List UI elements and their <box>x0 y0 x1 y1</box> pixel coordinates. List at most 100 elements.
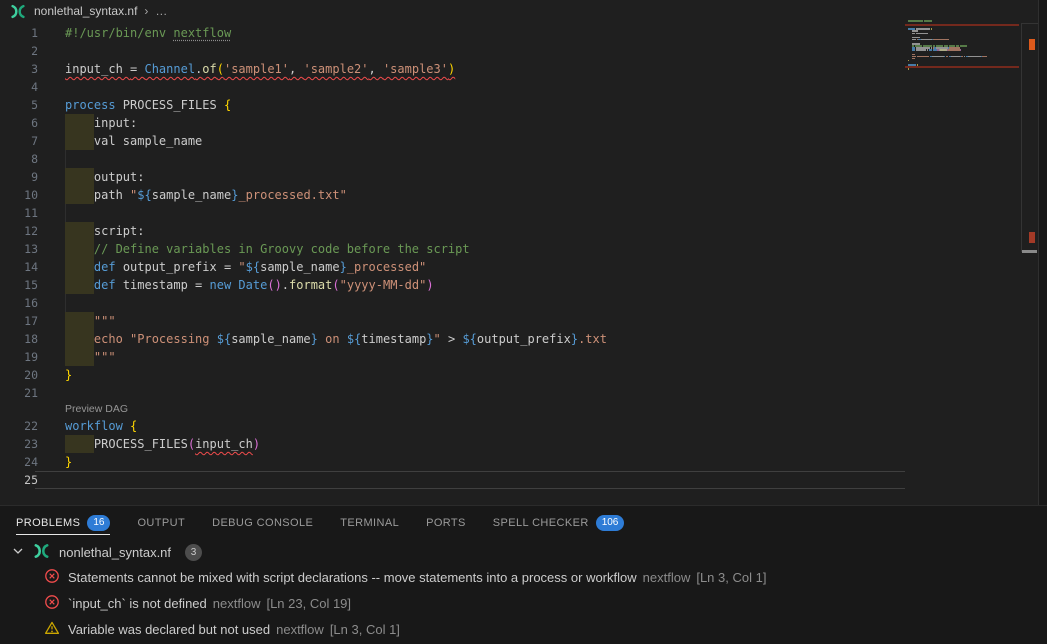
indent-highlight <box>65 132 94 150</box>
line-number[interactable]: 9 <box>0 168 38 186</box>
code-token: } <box>65 455 72 469</box>
indent-guide <box>65 150 66 168</box>
line-number[interactable]: 8 <box>0 150 38 168</box>
code-line[interactable]: 7 val sample_name <box>0 132 1038 150</box>
problem-item[interactable]: Variable was declared but not usednextfl… <box>0 616 1047 642</box>
code-text: // Define variables in Groovy code befor… <box>65 240 470 258</box>
code-line[interactable]: 20} <box>0 366 1038 384</box>
code-token: new <box>210 278 239 292</box>
problems-file-group[interactable]: nonlethal_syntax.nf 3 <box>0 540 1047 564</box>
code-token: ${ <box>462 332 476 346</box>
line-number[interactable]: 5 <box>0 96 38 114</box>
code-token: Date <box>238 278 267 292</box>
panel-tab-debug-console[interactable]: DEBUG CONSOLE <box>212 506 313 540</box>
code-token: ( <box>267 278 274 292</box>
code-line[interactable]: 13 // Define variables in Groovy code be… <box>0 240 1038 258</box>
line-number[interactable]: 4 <box>0 78 38 96</box>
panel-tab-ports[interactable]: PORTS <box>426 506 466 540</box>
code-line[interactable]: 12 script: <box>0 222 1038 240</box>
minimap-line <box>905 70 1019 72</box>
line-number[interactable]: 2 <box>0 42 38 60</box>
line-number[interactable]: 22 <box>0 417 38 435</box>
code-line[interactable]: 19 """ <box>0 348 1038 366</box>
panel-tab-terminal[interactable]: TERMINAL <box>340 506 399 540</box>
code-line[interactable]: 16 <box>0 294 1038 312</box>
tab-label: PORTS <box>426 517 466 529</box>
line-number[interactable]: 12 <box>0 222 38 240</box>
line-number[interactable]: 18 <box>0 330 38 348</box>
line-number[interactable]: 11 <box>0 204 38 222</box>
code-line[interactable]: 4 <box>0 78 1038 96</box>
line-number[interactable]: 10 <box>0 186 38 204</box>
code-text: #!/usr/bin/env nextflow <box>65 24 231 42</box>
indent-highlight <box>65 168 94 186</box>
line-number[interactable]: 16 <box>0 294 38 312</box>
code-line[interactable]: 3input_ch = Channel.of('sample1', 'sampl… <box>0 60 1038 78</box>
code-token: #!/usr/bin/env <box>65 26 173 40</box>
panel-tab-spell-checker[interactable]: SPELL CHECKER106 <box>493 506 625 540</box>
code-line[interactable]: 9 output: <box>0 168 1038 186</box>
line-number[interactable]: 19 <box>0 348 38 366</box>
line-number[interactable]: 21 <box>0 384 38 402</box>
code-token: timestamp <box>361 332 426 346</box>
code-line[interactable]: 5process PROCESS_FILES { <box>0 96 1038 114</box>
code-line[interactable]: 6 input: <box>0 114 1038 132</box>
indent-highlight <box>65 435 94 453</box>
breadcrumb-more[interactable]: … <box>155 4 167 18</box>
code-token: } <box>65 368 72 382</box>
code-token: def <box>94 260 123 274</box>
breadcrumb-filename[interactable]: nonlethal_syntax.nf <box>34 4 137 18</box>
line-number[interactable]: 14 <box>0 258 38 276</box>
code-line[interactable]: 15 def timestamp = new Date().format("yy… <box>0 276 1038 294</box>
code-line[interactable]: 21 <box>0 384 1038 402</box>
code-line[interactable]: 17 """ <box>0 312 1038 330</box>
problems-list: Statements cannot be mixed with script d… <box>0 564 1047 642</box>
line-number[interactable]: 6 <box>0 114 38 132</box>
codelens-preview-dag[interactable]: Preview DAG <box>65 402 1038 417</box>
panel-tab-problems[interactable]: PROBLEMS16 <box>16 506 110 540</box>
tab-badge: 106 <box>596 515 625 531</box>
line-number[interactable]: 25 <box>0 471 38 489</box>
line-number[interactable]: 20 <box>0 366 38 384</box>
line-number[interactable]: 3 <box>0 60 38 78</box>
code-token: ( <box>188 437 195 451</box>
code-token: output_prefix = <box>123 260 239 274</box>
problem-source: nextflow <box>276 622 324 637</box>
chevron-down-icon[interactable] <box>10 543 26 562</box>
panel-tab-output[interactable]: OUTPUT <box>137 506 185 540</box>
code-token: " <box>434 332 441 346</box>
code-token: } <box>311 332 318 346</box>
tab-label: TERMINAL <box>340 517 399 529</box>
code-editor[interactable]: 1 #!/usr/bin/env nextflow 23input_ch = Cha… <box>0 22 1038 489</box>
line-number[interactable]: 1 <box>0 24 38 42</box>
code-token: echo "Processing <box>94 332 217 346</box>
code-line[interactable]: 14 def output_prefix = "${sample_name}_p… <box>0 258 1038 276</box>
code-line[interactable]: 23 PROCESS_FILES(input_ch) <box>0 435 1038 453</box>
code-text: } <box>65 366 72 384</box>
bottom-panel: PROBLEMS16 OUTPUT DEBUG CONSOLE TERMINAL POR… <box>0 505 1047 644</box>
code-line[interactable]: 22workflow { <box>0 417 1038 435</box>
code-token: """ <box>94 350 116 364</box>
problem-item[interactable]: Statements cannot be mixed with script d… <box>0 564 1047 590</box>
minimap-right-border <box>1021 23 1022 252</box>
code-token: "yyyy-MM-dd" <box>340 278 427 292</box>
code-line[interactable]: 10 path "${sample_name}_processed.txt" <box>0 186 1038 204</box>
problem-source: nextflow <box>213 596 261 611</box>
tab-badge: 16 <box>87 515 110 531</box>
line-number[interactable]: 13 <box>0 240 38 258</box>
minimap[interactable] <box>905 20 1019 500</box>
line-number[interactable]: 7 <box>0 132 38 150</box>
line-number[interactable]: 23 <box>0 435 38 453</box>
problem-item[interactable]: `input_ch` is not definednextflow[Ln 23,… <box>0 590 1047 616</box>
code-line[interactable]: 18 echo "Processing ${sample_name} on ${… <box>0 330 1038 348</box>
code-line[interactable]: 24} <box>0 453 1038 471</box>
code-line[interactable]: 2 <box>0 42 1038 60</box>
breadcrumb: nonlethal_syntax.nf › … <box>0 0 1038 22</box>
line-number[interactable]: 24 <box>0 453 38 471</box>
code-line[interactable]: 25 <box>0 471 1038 489</box>
code-line[interactable]: 1 #!/usr/bin/env nextflow <box>0 24 1038 42</box>
code-line[interactable]: 11 <box>0 204 1038 222</box>
line-number[interactable]: 17 <box>0 312 38 330</box>
code-line[interactable]: 8 <box>0 150 1038 168</box>
line-number[interactable]: 15 <box>0 276 38 294</box>
